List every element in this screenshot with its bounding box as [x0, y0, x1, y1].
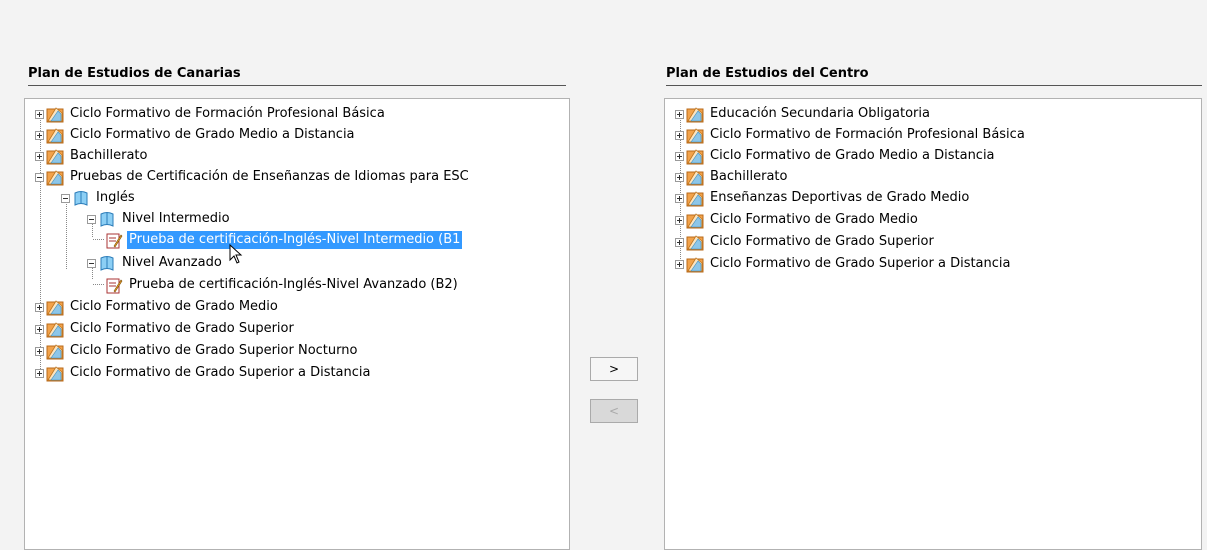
tree-item-selected[interactable]: Prueba de certificación-Inglés-Nivel Int… [93, 230, 463, 250]
tree-item[interactable]: Educación Secundaria Obligatoria [675, 104, 932, 124]
tree-item-label: Ciclo Formativo de Grado Medio a Distanc… [70, 127, 355, 142]
tree-item-label: Ciclo Formativo de Grado Superior a Dist… [70, 365, 371, 380]
tree-item[interactable]: Inglés [61, 188, 137, 208]
expand-icon[interactable] [675, 215, 684, 225]
expand-icon[interactable] [675, 193, 684, 203]
tree-item[interactable]: Pruebas de Certificación de Enseñanzas d… [35, 167, 471, 187]
folder-icon [46, 298, 64, 316]
expand-icon[interactable] [35, 346, 44, 356]
tree-item[interactable]: Ciclo Formativo de Grado Medio a Distanc… [675, 146, 997, 166]
tree-item-label: Pruebas de Certificación de Enseñanzas d… [70, 169, 469, 184]
tree-item[interactable]: Nivel Intermedio [87, 209, 232, 229]
folder-icon [46, 168, 64, 186]
tree-item[interactable]: Bachillerato [35, 146, 149, 166]
tree-item[interactable]: Ciclo Formativo de Grado Superior Noctur… [35, 341, 359, 361]
collapse-icon[interactable] [61, 193, 70, 203]
collapse-icon[interactable] [87, 258, 96, 268]
folder-icon [46, 147, 64, 165]
expand-icon[interactable] [35, 130, 44, 140]
folder-icon [686, 233, 704, 251]
expand-icon[interactable] [675, 130, 684, 140]
book-icon [98, 210, 116, 228]
folder-icon [686, 168, 704, 186]
tree-item-label: Ciclo Formativo de Formación Profesional… [70, 106, 385, 121]
expand-icon[interactable] [675, 259, 684, 269]
tree-item-label: Nivel Intermedio [122, 211, 230, 226]
tree-connector [66, 199, 67, 269]
expand-icon[interactable] [35, 151, 44, 161]
tree-item-label: Prueba de certificación-Inglés-Nivel Ava… [129, 277, 458, 292]
left-panel-title: Plan de Estudios de Canarias [28, 66, 566, 86]
tree-item[interactable]: Ciclo Formativo de Grado Medio [675, 210, 920, 230]
tree-item-label: Ciclo Formativo de Grado Superior Noctur… [70, 343, 358, 358]
expand-icon[interactable] [35, 302, 44, 312]
tree-item-label: Educación Secundaria Obligatoria [710, 106, 930, 121]
add-button[interactable]: > [590, 357, 638, 381]
tree-connector [93, 239, 104, 241]
tree-item[interactable]: Ciclo Formativo de Grado Medio a Distanc… [35, 125, 357, 145]
expand-icon[interactable] [35, 324, 44, 334]
folder-icon [686, 126, 704, 144]
tree-item-label: Ciclo Formativo de Grado Superior [70, 321, 294, 336]
book-icon [98, 254, 116, 272]
folder-icon [46, 320, 64, 338]
tree-item-label: Prueba de certificación-Inglés-Nivel Int… [127, 231, 463, 249]
tree-item-label: Ciclo Formativo de Grado Superior [710, 234, 934, 249]
tree-item-label: Ciclo Formativo de Formación Profesional… [710, 127, 1025, 142]
document-icon [105, 276, 123, 294]
mouse-cursor-icon [229, 244, 243, 264]
collapse-icon[interactable] [87, 214, 96, 224]
tree-item-label: Enseñanzas Deportivas de Grado Medio [710, 190, 970, 205]
left-tree[interactable]: Ciclo Formativo de Formación Profesional… [24, 98, 570, 550]
expand-icon[interactable] [35, 109, 44, 119]
tree-item[interactable]: Ciclo Formativo de Grado Medio [35, 297, 280, 317]
expand-icon[interactable] [675, 172, 684, 182]
tree-item[interactable]: Ciclo Formativo de Grado Superior a Dist… [35, 363, 373, 383]
tree-item-label: Inglés [96, 190, 135, 205]
tree-item[interactable]: Ciclo Formativo de Grado Superior a Dist… [675, 254, 1013, 274]
tree-item-label: Bachillerato [70, 148, 148, 163]
expand-icon[interactable] [675, 151, 684, 161]
book-icon [72, 189, 90, 207]
tree-item-label: Nivel Avanzado [122, 255, 222, 270]
tree-item[interactable]: Ciclo Formativo de Grado Superior [675, 232, 936, 252]
tree-item[interactable]: Bachillerato [675, 167, 789, 187]
tree-item[interactable]: Enseñanzas Deportivas de Grado Medio [675, 188, 971, 208]
tree-item-label: Bachillerato [710, 169, 788, 184]
folder-icon [686, 189, 704, 207]
right-tree[interactable]: Educación Secundaria Obligatoria Ciclo F… [664, 98, 1202, 550]
collapse-icon[interactable] [35, 172, 44, 182]
folder-icon [686, 147, 704, 165]
expand-icon[interactable] [675, 237, 684, 247]
folder-icon [686, 211, 704, 229]
tree-item-label: Ciclo Formativo de Grado Superior a Dist… [710, 256, 1011, 271]
expand-icon[interactable] [35, 368, 44, 378]
folder-icon [46, 342, 64, 360]
folder-icon [46, 105, 64, 123]
tree-item-label: Ciclo Formativo de Grado Medio a Distanc… [710, 148, 995, 163]
tree-item[interactable]: Prueba de certificación-Inglés-Nivel Ava… [93, 275, 460, 295]
tree-item-label: Ciclo Formativo de Grado Medio [70, 299, 278, 314]
folder-icon [46, 364, 64, 382]
tree-item[interactable]: Ciclo Formativo de Grado Superior [35, 319, 296, 339]
tree-item[interactable]: Nivel Avanzado [87, 253, 224, 273]
expand-icon[interactable] [675, 109, 684, 119]
folder-icon [686, 255, 704, 273]
tree-connector [93, 284, 104, 286]
folder-icon [686, 105, 704, 123]
tree-item[interactable]: Ciclo Formativo de Formación Profesional… [675, 125, 1027, 145]
right-panel-title: Plan de Estudios del Centro [666, 66, 1202, 86]
tree-item-label: Ciclo Formativo de Grado Medio [710, 212, 918, 227]
document-icon [105, 231, 123, 249]
tree-item[interactable]: Ciclo Formativo de Formación Profesional… [35, 104, 387, 124]
remove-button[interactable]: < [590, 399, 638, 423]
folder-icon [46, 126, 64, 144]
